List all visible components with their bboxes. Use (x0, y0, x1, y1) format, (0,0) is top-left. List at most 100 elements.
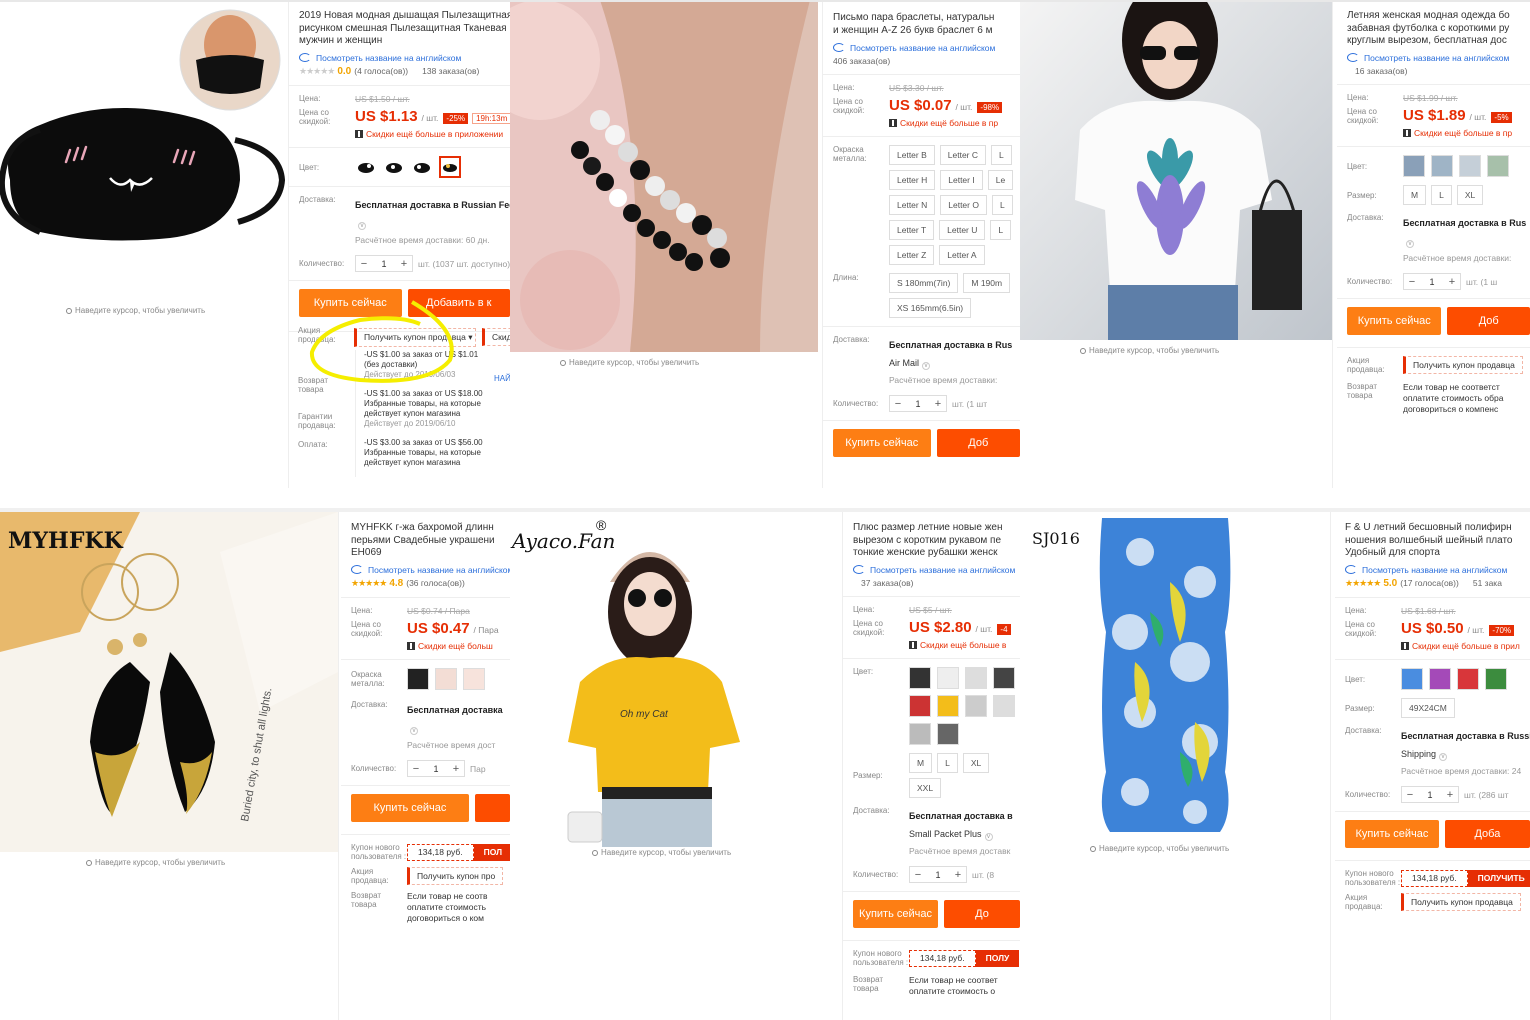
quantity-input[interactable]: 1 (906, 399, 930, 409)
app-discount-link[interactable]: Скидки ещё больше в пр (1403, 128, 1512, 138)
coupon-item[interactable]: -US $3.00 за заказ от US $56.00 Избранны… (364, 438, 485, 468)
product-title[interactable]: F & U летний бесшовный полифирн ношения … (1345, 522, 1530, 562)
letter-option[interactable]: Letter T (889, 220, 935, 240)
get-coupon-button[interactable]: ПОЛ (473, 843, 510, 861)
size-option[interactable]: XL (1456, 185, 1484, 205)
letter-option[interactable]: Letter C (939, 145, 987, 165)
translate-link[interactable]: Посмотреть название на английском (1347, 53, 1530, 63)
letter-option[interactable]: Letter O (940, 195, 987, 215)
delivery-method[interactable]: Бесплатная доставка в Rus (889, 340, 1012, 350)
size-option[interactable]: M (909, 753, 933, 773)
color-swatch[interactable] (1429, 668, 1451, 690)
color-swatch[interactable] (1487, 155, 1509, 177)
length-option[interactable]: S 180mm(7in) (889, 273, 959, 293)
app-discount-link[interactable]: Скидки ещё больш (407, 641, 499, 651)
color-swatch[interactable] (965, 667, 987, 689)
color-swatch[interactable] (1485, 668, 1507, 690)
chevron-down-icon[interactable]: v (1406, 240, 1414, 248)
add-to-cart-button[interactable] (474, 794, 510, 822)
letter-option[interactable]: Letter H (889, 170, 936, 190)
color-swatch[interactable] (1457, 668, 1479, 690)
app-discount-link[interactable]: Скидки ещё больше в пр (889, 118, 1002, 128)
translate-link[interactable]: Посмотреть название на английском (1345, 565, 1530, 575)
quantity-input[interactable]: 1 (926, 870, 950, 880)
quantity-decrement-button[interactable]: − (408, 763, 424, 775)
app-discount-link[interactable]: Скидки ещё больше в (909, 640, 1011, 650)
letter-option[interactable]: L (991, 195, 1013, 215)
chevron-down-icon[interactable]: v (410, 727, 418, 735)
discount-tab[interactable]: Скид (482, 328, 510, 346)
color-swatch[interactable] (411, 156, 433, 178)
quantity-increment-button[interactable]: + (950, 869, 966, 881)
translate-link[interactable]: Посмотреть название на английском (351, 565, 510, 575)
length-option[interactable]: XS 165mm(6.5in) (889, 298, 972, 318)
add-to-cart-button[interactable]: Доб (936, 429, 1020, 457)
buy-now-button[interactable]: Купить сейчас (1345, 820, 1439, 848)
color-swatch[interactable] (937, 723, 959, 745)
product-title[interactable]: MYHFKK г-жа бахромой длинн перьями Сваде… (351, 522, 510, 562)
delivery-method[interactable]: Бесплатная доставка в Russian Federat (355, 200, 510, 210)
letter-option[interactable]: Letter I (940, 170, 983, 190)
votes-link[interactable]: (36 голоса(ов)) (406, 578, 465, 588)
get-seller-coupon-button[interactable]: Получить купон про (407, 867, 504, 885)
buy-now-button[interactable]: Купить сейчас (853, 900, 939, 928)
chevron-down-icon[interactable]: v (358, 222, 366, 230)
quantity-input[interactable]: 1 (1418, 790, 1442, 800)
size-option[interactable]: 49X24CM (1401, 698, 1455, 718)
color-swatch[interactable] (1459, 155, 1481, 177)
color-swatch[interactable] (909, 723, 931, 745)
chevron-down-icon[interactable]: v (922, 362, 931, 370)
letter-option[interactable]: Letter Z (889, 245, 935, 265)
product-title[interactable]: 2019 Новая модная дышащая Пылезащитная р… (299, 10, 510, 50)
votes-link[interactable]: (17 голоса(ов)) (1400, 578, 1459, 588)
buy-now-button[interactable]: Купить сейчас (351, 794, 469, 822)
color-swatch[interactable] (993, 695, 1015, 717)
delivery-method[interactable]: Бесплатная доставка в (909, 811, 1013, 821)
color-swatch[interactable] (1431, 155, 1453, 177)
delivery-method[interactable]: Бесплатная доставка в Rus (1403, 218, 1526, 228)
quantity-decrement-button[interactable]: − (910, 869, 926, 881)
coupon-item[interactable]: -US $1.00 за заказ от US $18.00 Избранны… (364, 389, 485, 429)
color-swatch[interactable] (355, 156, 377, 178)
get-coupon-button[interactable]: Получить купон продавца (1403, 356, 1523, 374)
product-title[interactable]: Плюс размер летние новые жен вырезом с к… (853, 522, 1020, 562)
add-to-cart-button[interactable]: Доба (1444, 820, 1530, 848)
product-title[interactable]: Летняя женская модная одежда бо забавная… (1347, 10, 1530, 50)
letter-option[interactable]: L (990, 220, 1012, 240)
size-option[interactable]: M (1403, 185, 1427, 205)
translate-link[interactable]: Посмотреть название на английском (833, 43, 1020, 53)
color-swatch[interactable] (1403, 155, 1425, 177)
quantity-increment-button[interactable]: + (396, 258, 412, 270)
size-option[interactable]: L (1431, 185, 1452, 205)
quantity-decrement-button[interactable]: − (1404, 276, 1420, 288)
quantity-input[interactable]: 1 (372, 259, 396, 269)
product-image-bracelet[interactable]: Наведите курсор, чтобы увеличить (510, 0, 818, 374)
quantity-decrement-button[interactable]: − (1402, 789, 1418, 801)
letter-option[interactable]: Letter N (889, 195, 936, 215)
chevron-down-icon[interactable]: v (1439, 753, 1448, 761)
chevron-down-icon[interactable]: v (984, 833, 993, 841)
quantity-decrement-button[interactable]: − (890, 398, 906, 410)
product-image-mask[interactable]: Наведите курсор, чтобы увеличить (0, 0, 288, 330)
size-option[interactable]: XL (962, 753, 990, 773)
find-link[interactable]: НАЙ (494, 374, 510, 383)
size-option[interactable]: XXL (909, 778, 942, 798)
quantity-increment-button[interactable]: + (448, 763, 464, 775)
color-swatch[interactable] (463, 668, 485, 690)
delivery-carrier[interactable]: Small Packet Plus (909, 829, 982, 839)
quantity-increment-button[interactable]: + (1444, 276, 1460, 288)
letter-option[interactable]: Letter U (939, 220, 986, 240)
add-to-cart-button[interactable]: Доб (1447, 307, 1530, 335)
color-swatch[interactable] (383, 156, 405, 178)
buy-now-button[interactable]: Купить сейчас (833, 429, 931, 457)
color-swatch[interactable] (937, 667, 959, 689)
color-swatch[interactable] (993, 667, 1015, 689)
letter-option[interactable]: L (991, 145, 1012, 165)
letter-option[interactable]: Letter B (889, 145, 935, 165)
length-option[interactable]: M 190m (963, 273, 1011, 293)
buy-now-button[interactable]: Купить сейчас (1347, 307, 1442, 335)
get-coupon-button[interactable]: ПОЛУЧИТЬ (1467, 869, 1530, 887)
quantity-input[interactable]: 1 (424, 764, 448, 774)
quantity-increment-button[interactable]: + (1442, 789, 1458, 801)
app-discount-link[interactable]: Скидки ещё больше в прил (1401, 641, 1520, 651)
